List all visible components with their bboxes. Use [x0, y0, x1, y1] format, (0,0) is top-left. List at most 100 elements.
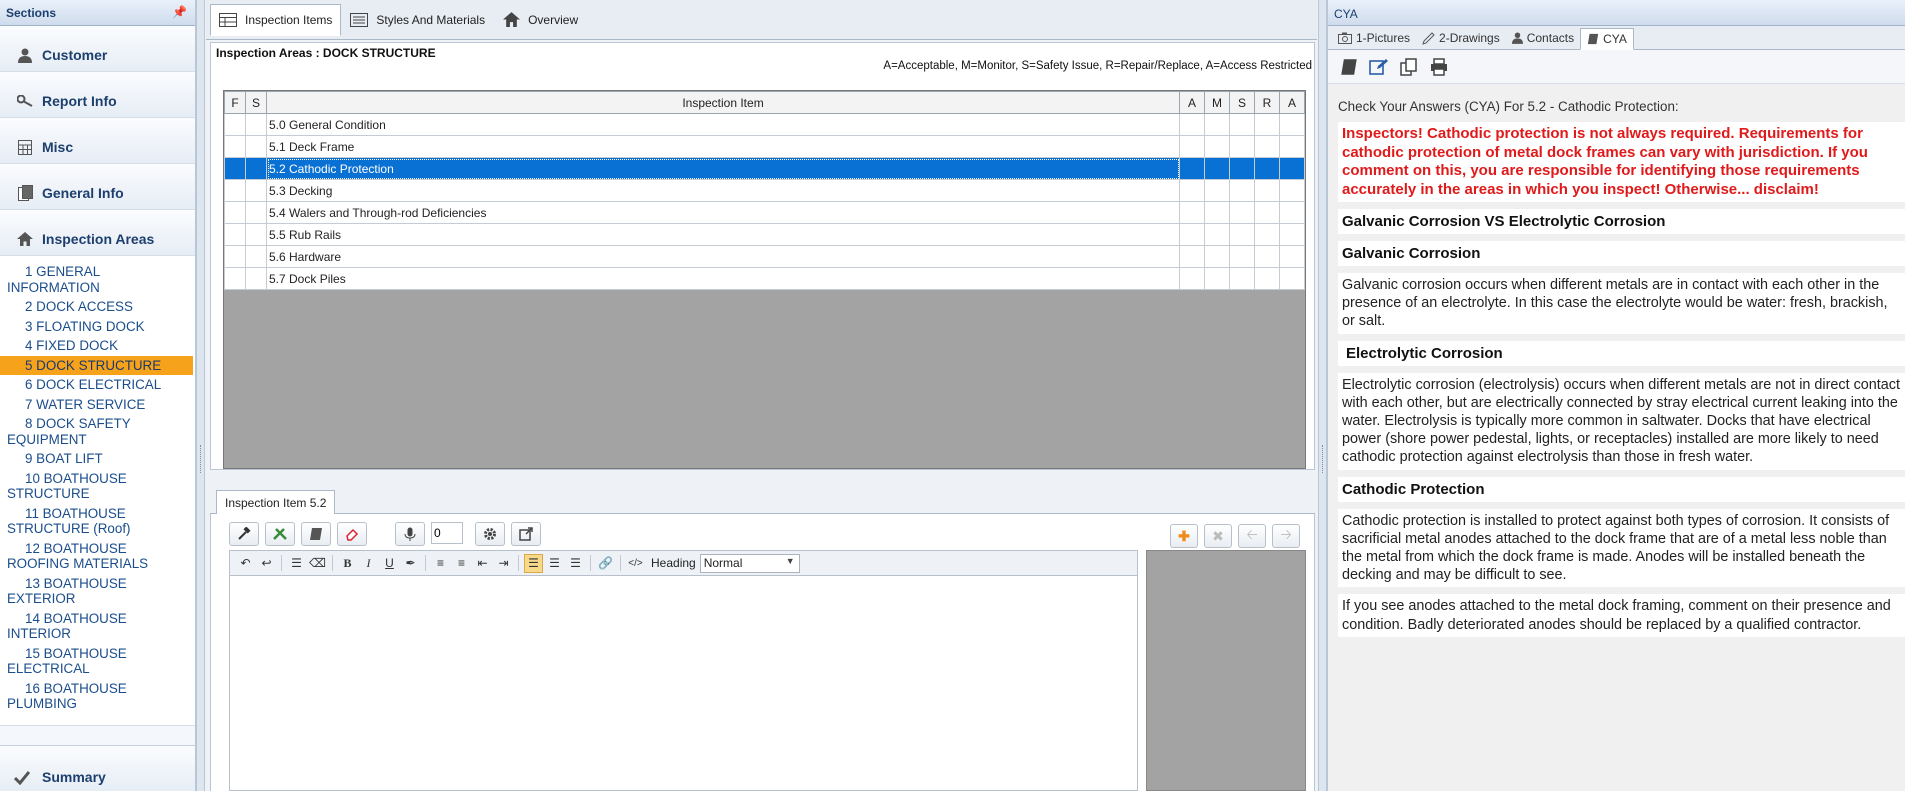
nav-general-info[interactable]: General Info [0, 164, 195, 210]
cell-a2[interactable] [1279, 201, 1305, 224]
cell-s2[interactable] [1229, 179, 1255, 202]
table-row[interactable]: 5.5 Rub Rails [224, 223, 1305, 246]
area-link[interactable]: 8 DOCK SAFETY EQUIPMENT [0, 414, 195, 449]
tab-contacts[interactable]: Contacts [1506, 27, 1580, 49]
tab-cya[interactable]: CYA [1580, 28, 1634, 50]
cell-s[interactable] [245, 157, 267, 180]
table-row[interactable]: 5.6 Hardware [224, 245, 1305, 268]
cell-item[interactable]: 5.6 Hardware [266, 245, 1180, 268]
cell-f[interactable] [224, 267, 246, 290]
cell-item[interactable]: 5.7 Dock Piles [266, 267, 1180, 290]
cell-a2[interactable] [1279, 223, 1305, 246]
cell-a[interactable] [1179, 179, 1205, 202]
popout-button[interactable] [511, 522, 541, 546]
cell-r[interactable] [1254, 223, 1280, 246]
tab-overview[interactable]: Overview [494, 4, 587, 36]
library-button[interactable] [301, 522, 331, 546]
cell-s2[interactable] [1229, 135, 1255, 158]
area-link[interactable]: 6 DOCK ELECTRICAL [0, 375, 195, 395]
cell-m[interactable] [1204, 179, 1230, 202]
area-link[interactable]: 9 BOAT LIFT [0, 449, 195, 469]
cell-s[interactable] [245, 267, 267, 290]
col-header-safety[interactable]: S [1229, 91, 1255, 114]
align-left-icon[interactable]: ☰ [524, 553, 543, 573]
col-header-monitor[interactable]: M [1204, 91, 1230, 114]
return-icon[interactable]: ↩ [257, 554, 276, 573]
nav-report-info[interactable]: Report Info [0, 72, 195, 118]
clear-format-icon[interactable]: ⌫ [308, 554, 327, 573]
cell-m[interactable] [1204, 267, 1230, 290]
cell-r[interactable] [1254, 157, 1280, 180]
table-row[interactable]: 5.3 Decking [224, 179, 1305, 202]
cell-r[interactable] [1254, 245, 1280, 268]
cell-s[interactable] [245, 113, 267, 136]
tab-inspection-item[interactable]: Inspection Item 5.2 [216, 490, 336, 515]
area-link[interactable]: 16 BOATHOUSE PLUMBING [0, 679, 195, 714]
area-link[interactable]: 1 GENERAL INFORMATION [0, 262, 195, 297]
area-link[interactable]: 10 BOATHOUSE STRUCTURE [0, 469, 195, 504]
settings-button[interactable] [475, 522, 505, 546]
right-splitter[interactable] [1318, 0, 1327, 791]
table-row[interactable]: 5.4 Walers and Through-rod Deficiencies [224, 201, 1305, 224]
underline-icon[interactable]: U [380, 554, 399, 573]
cell-a[interactable] [1179, 157, 1205, 180]
nav-misc[interactable]: Misc [0, 118, 195, 164]
cell-a[interactable] [1179, 223, 1205, 246]
book-icon[interactable] [1338, 56, 1360, 78]
nav-summary[interactable]: Summary [0, 745, 195, 791]
table-row[interactable]: 5.0 General Condition [224, 113, 1305, 136]
print-icon[interactable] [1428, 56, 1450, 78]
col-header-access[interactable]: A [1279, 91, 1305, 114]
numbered-list-icon[interactable]: ≡ [431, 554, 450, 573]
area-link[interactable]: 13 BOATHOUSE EXTERIOR [0, 574, 195, 609]
cell-a[interactable] [1179, 113, 1205, 136]
tab-drawings[interactable]: 2-Drawings [1416, 27, 1506, 49]
nav-customer[interactable]: Customer [0, 26, 195, 72]
cell-f[interactable] [224, 135, 246, 158]
cell-m[interactable] [1204, 157, 1230, 180]
table-row[interactable]: 5.1 Deck Frame [224, 135, 1305, 158]
heading-select[interactable]: Normal ▼ [699, 553, 800, 573]
outdent-icon[interactable]: ⇤ [473, 554, 492, 573]
indent-icon[interactable]: ⇥ [494, 554, 513, 573]
edit-icon[interactable] [1368, 56, 1390, 78]
table-row[interactable]: 5.7 Dock Piles [224, 267, 1305, 290]
cell-f[interactable] [224, 223, 246, 246]
area-link[interactable]: 2 DOCK ACCESS [0, 297, 195, 317]
cell-item[interactable]: 5.1 Deck Frame [266, 135, 1180, 158]
cell-s[interactable] [245, 135, 267, 158]
col-header-s[interactable]: S [245, 91, 267, 114]
cell-r[interactable] [1254, 201, 1280, 224]
cell-s2[interactable] [1229, 201, 1255, 224]
area-link[interactable]: 7 WATER SERVICE [0, 395, 195, 415]
cell-a[interactable] [1179, 245, 1205, 268]
previous-photo-button[interactable]: 🡠 [1238, 524, 1266, 548]
cell-f[interactable] [224, 245, 246, 268]
code-icon[interactable]: </> [626, 554, 645, 573]
cell-a2[interactable] [1279, 179, 1305, 202]
cell-s2[interactable] [1229, 113, 1255, 136]
cell-a[interactable] [1179, 201, 1205, 224]
cell-a2[interactable] [1279, 267, 1305, 290]
cell-a[interactable] [1179, 135, 1205, 158]
area-link[interactable]: 4 FIXED DOCK [0, 336, 195, 356]
align-center-icon[interactable]: ☰ [545, 554, 564, 573]
tab-pictures[interactable]: 1-Pictures [1332, 27, 1416, 49]
col-header-acceptable[interactable]: A [1179, 91, 1205, 114]
cell-a[interactable] [1179, 267, 1205, 290]
area-link[interactable]: 12 BOATHOUSE ROOFING MATERIALS [0, 539, 195, 574]
cell-m[interactable] [1204, 113, 1230, 136]
cell-item[interactable]: 5.3 Decking [266, 179, 1180, 202]
col-header-f[interactable]: F [224, 91, 246, 114]
erase-button[interactable] [337, 522, 367, 546]
bold-icon[interactable]: B [338, 554, 357, 573]
align-right-icon[interactable]: ☰ [566, 554, 585, 573]
cell-m[interactable] [1204, 201, 1230, 224]
bullet-list-icon[interactable]: ≡ [452, 554, 471, 573]
comment-editor[interactable] [229, 576, 1138, 791]
cell-s2[interactable] [1229, 267, 1255, 290]
area-link[interactable]: 14 BOATHOUSE INTERIOR [0, 609, 195, 644]
add-photo-button[interactable]: ✚ [1170, 524, 1198, 548]
count-input[interactable] [431, 522, 463, 544]
cell-s2[interactable] [1229, 223, 1255, 246]
